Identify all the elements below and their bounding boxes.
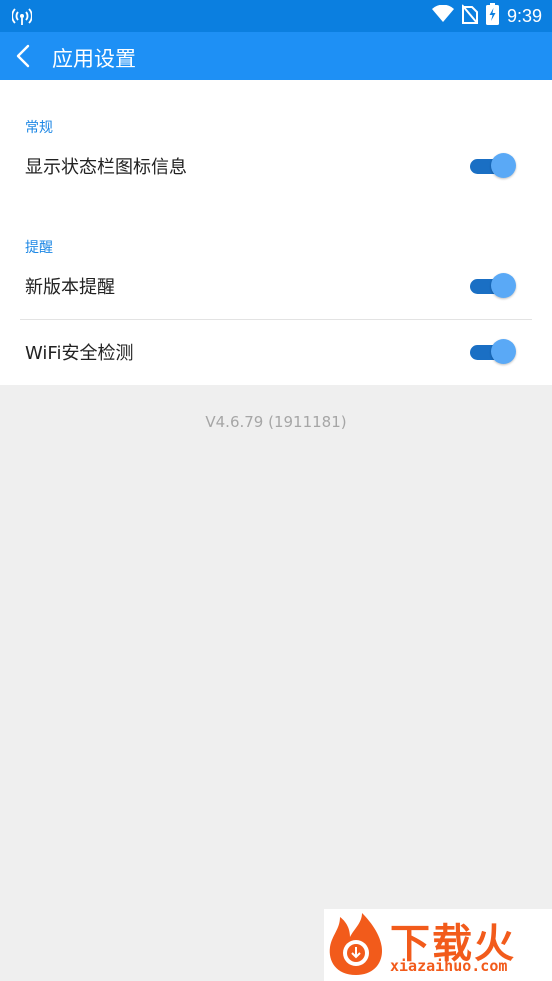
watermark-logo: 下载火 xiazaihuo.com	[324, 909, 552, 981]
setting-row-wifi-security[interactable]: WiFi安全检测	[0, 320, 552, 384]
status-time: 9:39	[506, 5, 542, 26]
toggle-thumb	[491, 339, 516, 364]
battery-charging-icon	[485, 3, 499, 29]
setting-row-new-version[interactable]: 新版本提醒	[0, 254, 552, 318]
new-version-toggle[interactable]	[470, 273, 516, 299]
version-text: V4.6.79 (1911181)	[205, 413, 347, 431]
toggle-thumb	[491, 273, 516, 298]
watermark-domain: xiazaihuo.com	[390, 957, 508, 975]
chevron-left-icon	[16, 44, 30, 68]
flame-icon	[326, 911, 386, 977]
setting-label: 显示状态栏图标信息	[25, 157, 187, 178]
settings-panel: 常规 显示状态栏图标信息 提醒 新版本提醒 WiFi安全检测	[0, 80, 552, 385]
setting-label: WiFi安全检测	[25, 343, 134, 364]
hotspot-icon	[11, 6, 33, 30]
toggle-thumb	[491, 153, 516, 178]
wifi-security-toggle[interactable]	[470, 339, 516, 365]
app-bar: 应用设置	[0, 32, 552, 80]
page-title: 应用设置	[52, 47, 136, 71]
wifi-icon	[431, 4, 454, 27]
back-button[interactable]	[10, 42, 38, 70]
no-sim-icon	[461, 4, 479, 28]
statusbar-icon-toggle[interactable]	[470, 153, 516, 179]
setting-label: 新版本提醒	[25, 277, 115, 298]
status-bar: 9:39	[0, 0, 552, 32]
setting-row-statusbar-icon[interactable]: 显示状态栏图标信息	[0, 134, 552, 198]
